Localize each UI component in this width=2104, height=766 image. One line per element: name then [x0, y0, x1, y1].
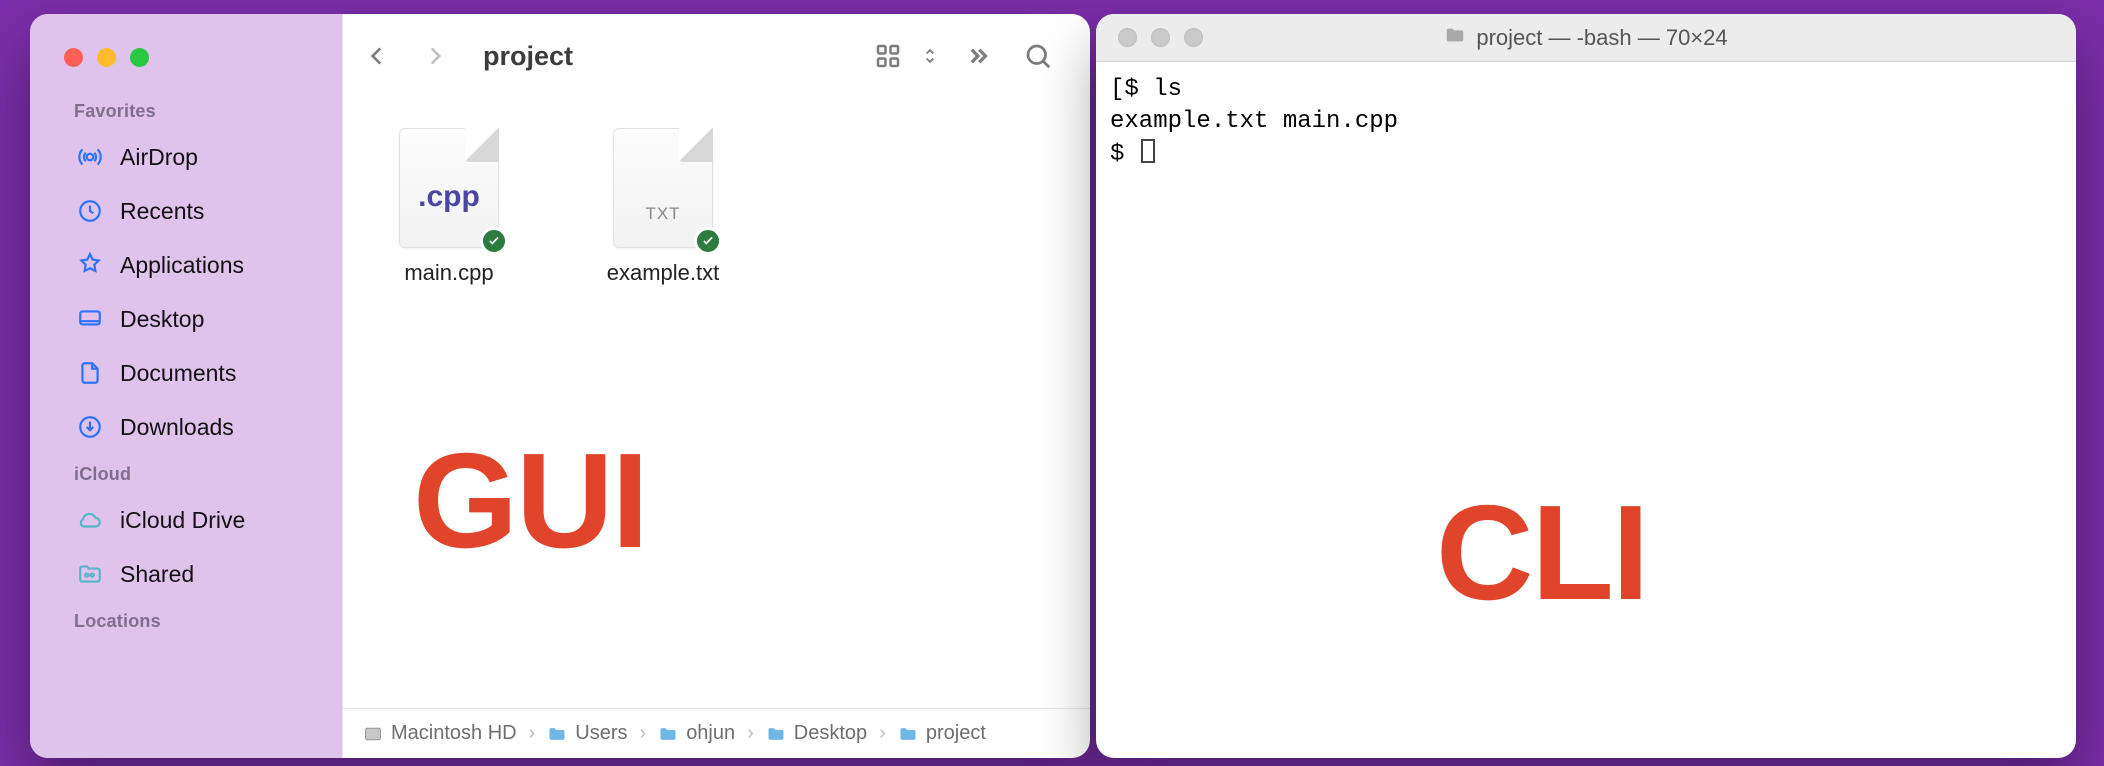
sidebar-section-icloud: iCloud — [50, 454, 342, 493]
icon-view-area[interactable]: .cpp main.cpp TXT example.txt GUI — [343, 98, 1090, 708]
path-item[interactable]: ohjun — [658, 722, 735, 745]
nav-arrows — [353, 32, 473, 80]
chevron-right-icon: › — [875, 722, 890, 745]
sidebar-item-desktop[interactable]: Desktop — [50, 292, 324, 346]
sidebar-item-airdrop[interactable]: AirDrop — [50, 130, 324, 184]
close-window-button[interactable] — [1118, 28, 1137, 47]
sidebar-item-icloud-drive[interactable]: iCloud Drive — [50, 493, 324, 547]
cpp-file-icon: .cpp — [399, 128, 499, 248]
chevron-right-icon: › — [743, 722, 758, 745]
finder-toolbar: project — [343, 14, 1090, 98]
sidebar-item-label: iCloud Drive — [120, 507, 245, 534]
path-item[interactable]: Users — [547, 722, 627, 745]
path-label: project — [926, 722, 986, 745]
icon-view-icon — [862, 41, 914, 71]
desktop-icon — [76, 305, 104, 333]
path-item[interactable]: Macintosh HD — [363, 722, 517, 745]
file-label: example.txt — [607, 260, 720, 286]
terminal-title-text: project — -bash — 70×24 — [1476, 25, 1727, 51]
zoom-window-button[interactable] — [1184, 28, 1203, 47]
terminal-title: project — -bash — 70×24 — [1444, 24, 1727, 52]
finder-sidebar: Favorites AirDrop Recents Applications D… — [30, 14, 342, 758]
finder-main: project .cpp — [342, 14, 1090, 758]
shared-folder-icon — [76, 560, 104, 588]
sidebar-section-favorites: Favorites — [50, 91, 342, 130]
back-button[interactable] — [353, 32, 401, 80]
path-bar[interactable]: Macintosh HD › Users › ohjun › — [343, 708, 1090, 758]
sidebar-item-downloads[interactable]: Downloads — [50, 400, 324, 454]
overlay-label-cli: CLI — [1436, 462, 1647, 644]
sidebar-item-label: Applications — [120, 252, 244, 279]
zoom-window-button[interactable] — [130, 48, 149, 67]
clock-icon — [76, 197, 104, 225]
more-button[interactable] — [952, 41, 1004, 71]
sync-badge-icon — [480, 227, 508, 255]
folder-icon — [1444, 24, 1466, 52]
minimize-window-button[interactable] — [1151, 28, 1170, 47]
close-window-button[interactable] — [64, 48, 83, 67]
window-controls — [1118, 28, 1203, 47]
applications-icon — [76, 251, 104, 279]
sidebar-section-locations: Locations — [50, 601, 342, 640]
chevron-right-icon: › — [636, 722, 651, 745]
chevron-right-icon: › — [525, 722, 540, 745]
terminal-body[interactable]: [$ ls example.txt main.cpp $ CLI — [1096, 62, 2076, 758]
overlay-label-gui: GUI — [413, 423, 647, 578]
folder-icon — [658, 724, 678, 744]
file-item[interactable]: .cpp main.cpp — [379, 128, 519, 286]
sidebar-item-recents[interactable]: Recents — [50, 184, 324, 238]
sidebar-item-label: Desktop — [120, 306, 204, 333]
documents-icon — [76, 359, 104, 387]
window-controls — [50, 38, 342, 91]
path-item[interactable]: Desktop — [766, 722, 867, 745]
file-item[interactable]: TXT example.txt — [593, 128, 733, 286]
downloads-icon — [76, 413, 104, 441]
terminal-line: example.txt main.cpp — [1110, 108, 1398, 135]
chevron-up-down-icon — [916, 42, 944, 70]
sidebar-item-label: Documents — [120, 360, 236, 387]
sidebar-item-documents[interactable]: Documents — [50, 346, 324, 400]
path-label: Users — [575, 722, 627, 745]
path-label: Desktop — [794, 722, 867, 745]
txt-file-icon: TXT — [613, 128, 713, 248]
disk-icon — [363, 724, 383, 744]
path-label: Macintosh HD — [391, 722, 517, 745]
sidebar-item-shared[interactable]: Shared — [50, 547, 324, 601]
search-button[interactable] — [1012, 41, 1064, 71]
sidebar-item-label: Shared — [120, 561, 194, 588]
folder-icon — [547, 724, 567, 744]
file-extension-label: TXT — [614, 204, 712, 224]
terminal-cursor — [1141, 139, 1155, 163]
view-mode-control[interactable] — [862, 41, 944, 71]
sync-badge-icon — [694, 227, 722, 255]
sidebar-item-applications[interactable]: Applications — [50, 238, 324, 292]
sidebar-item-label: Recents — [120, 198, 204, 225]
sidebar-item-label: AirDrop — [120, 144, 198, 171]
path-item[interactable]: project — [898, 722, 986, 745]
forward-button[interactable] — [411, 32, 459, 80]
terminal-line: $ — [1110, 141, 1139, 168]
cloud-icon — [76, 506, 104, 534]
folder-icon — [898, 724, 918, 744]
airdrop-icon — [76, 143, 104, 171]
folder-icon — [766, 724, 786, 744]
terminal-line: [$ ls — [1110, 76, 1182, 103]
terminal-titlebar[interactable]: project — -bash — 70×24 — [1096, 14, 2076, 62]
sidebar-item-label: Downloads — [120, 414, 234, 441]
finder-window: Favorites AirDrop Recents Applications D… — [30, 14, 1090, 758]
terminal-window: project — -bash — 70×24 [$ ls example.tx… — [1096, 14, 2076, 758]
window-title: project — [483, 41, 573, 72]
file-label: main.cpp — [404, 260, 493, 286]
path-label: ohjun — [686, 722, 735, 745]
file-extension-label: .cpp — [400, 180, 498, 214]
minimize-window-button[interactable] — [97, 48, 116, 67]
